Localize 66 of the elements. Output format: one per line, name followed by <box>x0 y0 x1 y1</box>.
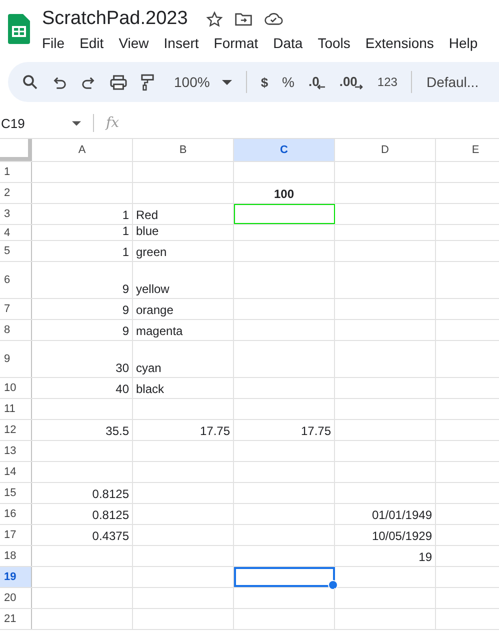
table-cell[interactable]: 10/05/1929 <box>335 525 436 545</box>
table-cell[interactable]: orange <box>133 299 234 319</box>
table-cell[interactable]: 0.4375 <box>32 525 133 545</box>
currency-button[interactable]: $ <box>260 74 268 90</box>
name-box[interactable]: C19 <box>0 116 81 130</box>
table-cell[interactable]: 100 <box>234 183 335 203</box>
table-cell[interactable]: 0.8125 <box>32 483 133 503</box>
table-cell[interactable] <box>234 567 335 587</box>
column-header[interactable]: A <box>32 139 133 161</box>
undo-icon[interactable] <box>52 74 67 90</box>
decrease-decimal-button[interactable]: .0 <box>308 74 326 90</box>
function-label: fx <box>106 115 120 131</box>
menu-item[interactable]: File <box>42 35 65 51</box>
table-cell[interactable]: 40 <box>32 378 133 398</box>
table-cell[interactable]: magenta <box>133 320 234 340</box>
document-title[interactable]: ScratchPad.2023 <box>42 8 188 30</box>
table-cell[interactable]: black <box>133 378 234 398</box>
fill-handle[interactable] <box>328 580 338 590</box>
table-cell[interactable]: 17.75 <box>234 420 335 440</box>
zoom-dropdown[interactable]: 100% <box>174 74 232 90</box>
menu-item[interactable]: Data <box>273 35 303 51</box>
print-icon[interactable] <box>110 74 127 90</box>
menu-item[interactable]: Insert <box>164 35 199 51</box>
paint-roller-icon[interactable] <box>141 74 154 90</box>
table-cell[interactable]: 01/01/1949 <box>335 504 436 524</box>
left-arrow-icon <box>317 84 326 90</box>
table-cell[interactable]: yellow <box>133 262 234 298</box>
table-cell[interactable]: 17.75 <box>133 420 234 440</box>
table-cell[interactable]: 1 <box>32 225 133 240</box>
search-icon[interactable] <box>22 74 38 90</box>
cloud-check-icon[interactable] <box>264 12 283 26</box>
table-cell[interactable]: 35.5 <box>32 420 133 440</box>
number-format-button[interactable]: 123 <box>377 75 398 89</box>
menu-item[interactable]: Edit <box>80 35 104 51</box>
right-arrow-icon <box>355 84 364 90</box>
font-dropdown[interactable]: Defaul... <box>426 74 479 90</box>
redo-icon[interactable] <box>81 74 96 90</box>
table-cell[interactable]: 0.8125 <box>32 504 133 524</box>
menu-item[interactable]: View <box>118 35 149 51</box>
increase-decimal-button[interactable]: .00 <box>339 74 364 90</box>
table-cell[interactable]: green <box>133 241 234 261</box>
table-cell[interactable]: 9 <box>32 320 133 340</box>
table-cell[interactable]: 1 <box>32 241 133 261</box>
column-header[interactable]: E <box>436 139 499 161</box>
table-cell[interactable]: Red <box>133 204 234 224</box>
menu-item[interactable]: Format <box>214 35 258 51</box>
menu-item[interactable]: Extensions <box>365 35 434 51</box>
menu-item[interactable]: Tools <box>318 35 350 51</box>
table-cell[interactable]: blue <box>133 225 234 240</box>
table-cell[interactable]: 19 <box>335 546 436 566</box>
caret-icon <box>72 120 81 126</box>
table-cell[interactable]: 1 <box>32 204 133 224</box>
table-cell[interactable]: 30 <box>32 341 133 377</box>
folder-icon[interactable] <box>234 12 252 26</box>
percent-button[interactable]: % <box>282 74 294 90</box>
row-header[interactable]: 19 <box>0 567 32 587</box>
table-cell[interactable]: cyan <box>133 341 234 377</box>
column-header[interactable]: D <box>335 139 436 161</box>
table-cell[interactable]: 9 <box>32 299 133 319</box>
table-cell[interactable]: 9 <box>32 262 133 298</box>
menu-item[interactable]: Help <box>448 35 478 51</box>
column-header[interactable]: C <box>234 139 335 161</box>
caret-icon <box>222 80 232 84</box>
table-cell[interactable] <box>234 204 335 224</box>
sheets-logo-icon[interactable] <box>8 14 30 44</box>
star-icon[interactable] <box>206 10 223 28</box>
